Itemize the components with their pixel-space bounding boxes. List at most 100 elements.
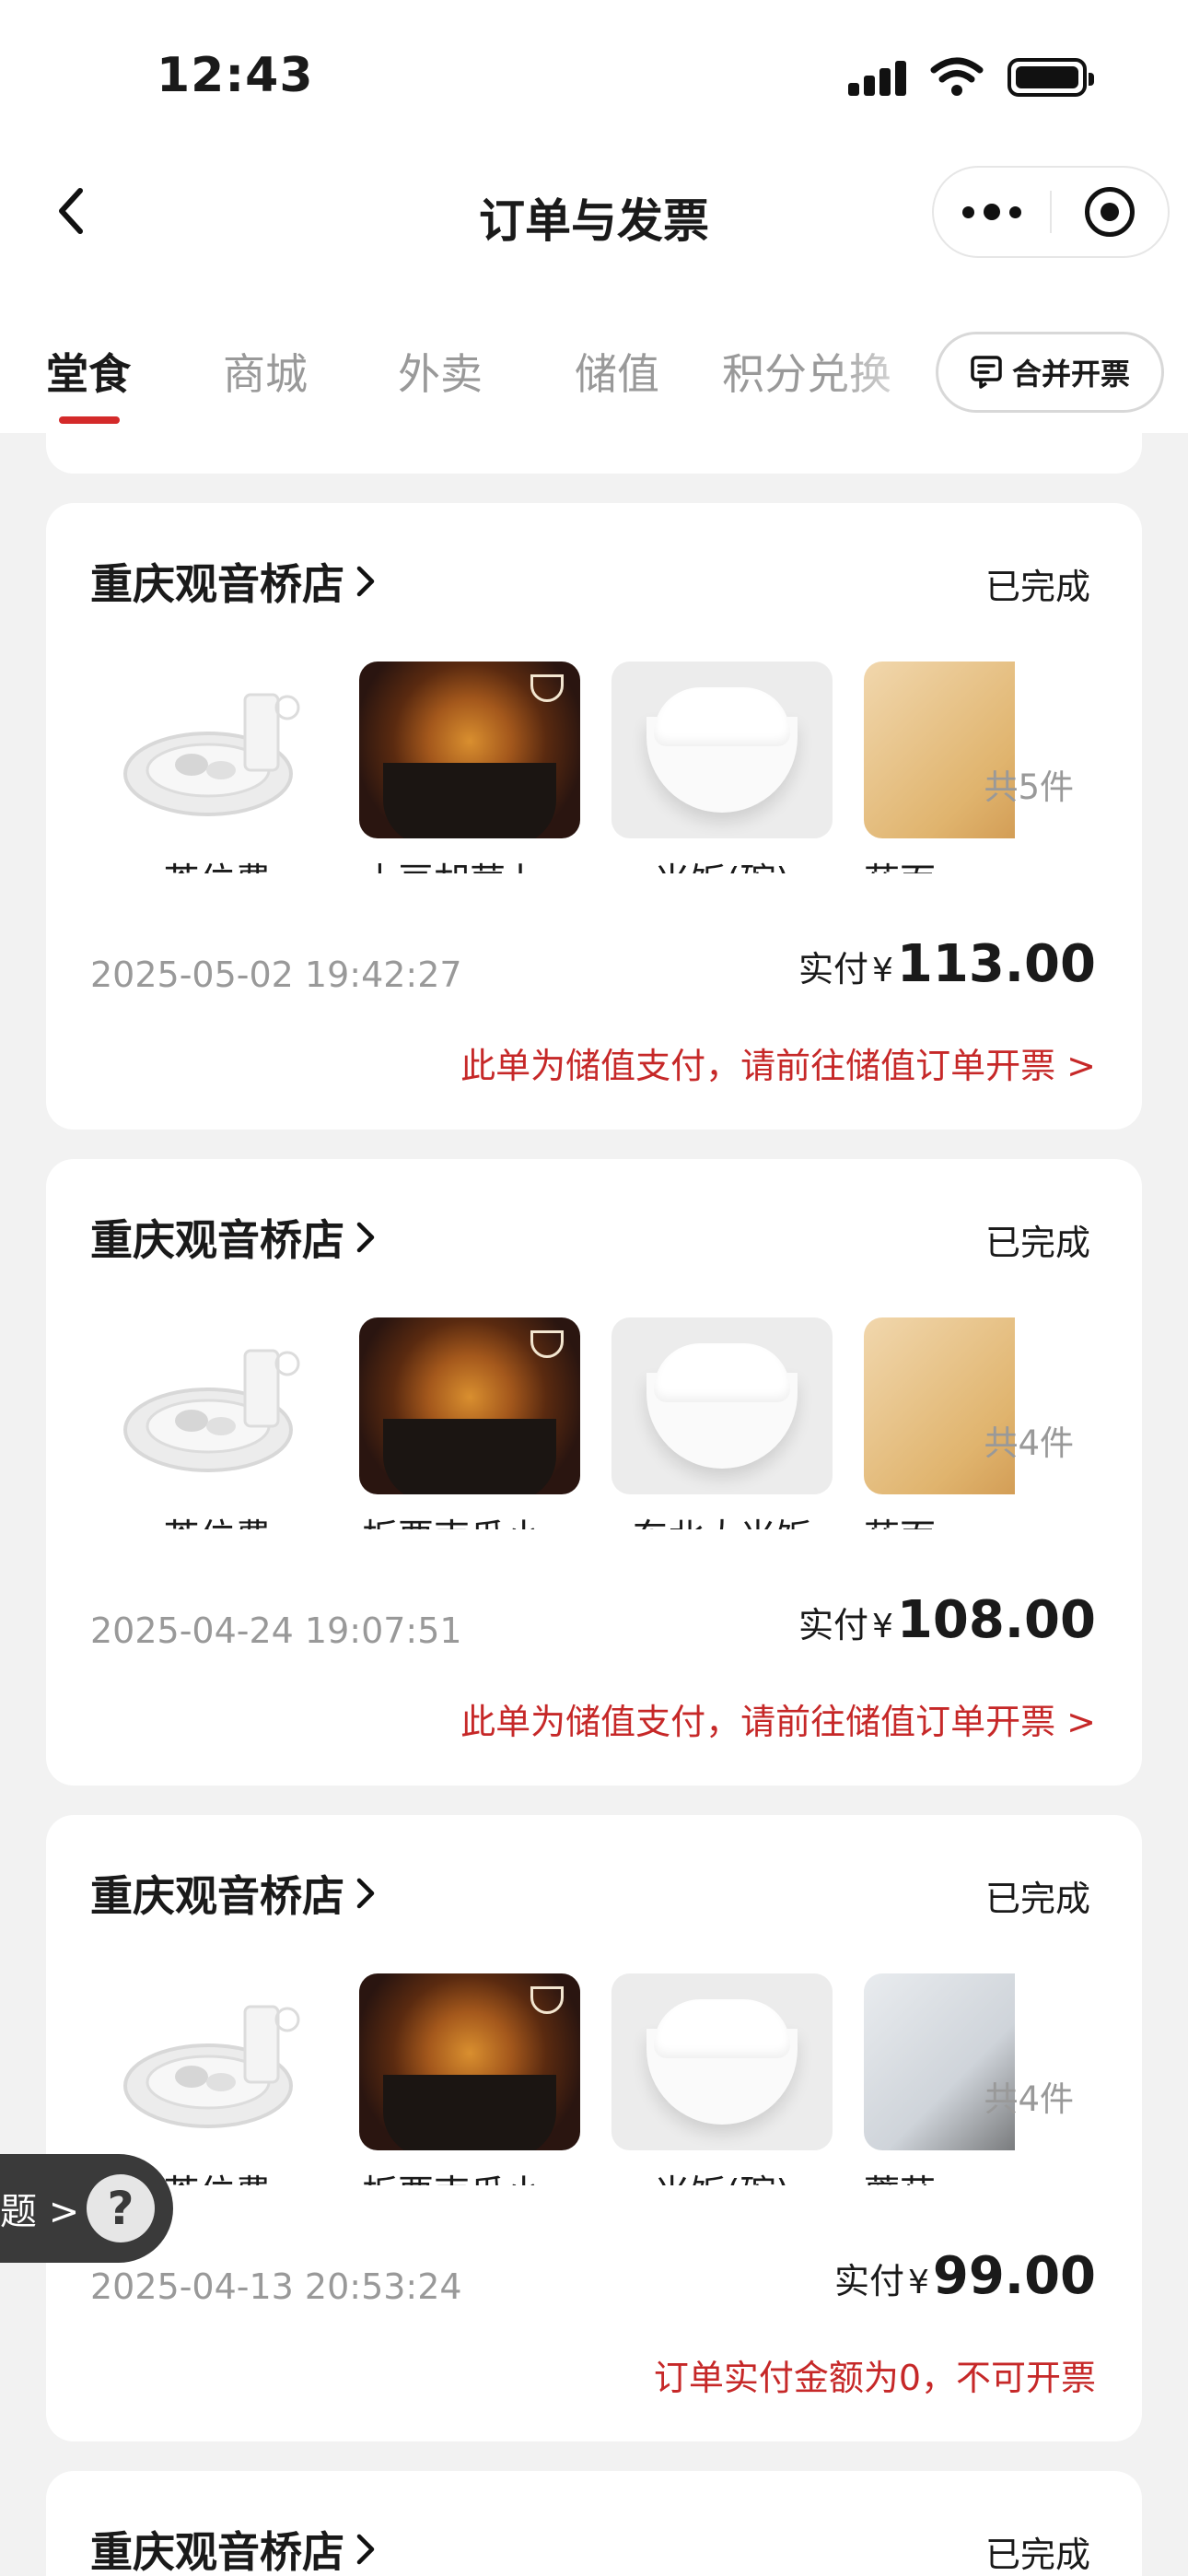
miniapp-capsule — [932, 166, 1170, 258]
order-card[interactable]: 重庆观音桥店 已完成 — [46, 2471, 1142, 2576]
currency-symbol: ¥ — [871, 1608, 893, 1645]
order-status: 已完成 — [984, 2535, 1090, 2575]
status-icons — [848, 57, 1094, 98]
store-name: 重庆观音桥店 — [90, 1871, 344, 1921]
paid-label: 实付 — [798, 949, 868, 989]
battery-icon — [1007, 58, 1094, 97]
bowl-icon — [530, 1986, 564, 2014]
order-item: 茶位费 — [107, 662, 328, 873]
merge-invoice-label: 合并开票 — [1011, 357, 1130, 392]
store-link[interactable]: 重庆观音桥店 — [90, 551, 378, 612]
mushroom-dish-image — [864, 1973, 1015, 2150]
store-link[interactable]: 重庆观音桥店 — [90, 2519, 378, 2576]
help-icon: ? — [87, 2174, 155, 2242]
status-bar: 12:43 — [0, 0, 1188, 157]
item-name: 蘑菇 — [864, 2165, 1015, 2185]
item-name: 板栗南瓜小… — [359, 2165, 580, 2185]
item-count: 共5件 — [984, 767, 1074, 807]
tea-fee-image — [107, 662, 328, 838]
tab-active-indicator — [59, 416, 120, 424]
item-strip[interactable]: 茶位费 板栗南瓜小… 米饭(碗) 蘑菇 — [107, 1973, 1015, 2185]
item-name: 东北大米饭 — [611, 1509, 833, 1529]
cellular-signal-icon — [848, 59, 906, 96]
item-name: 板栗南瓜小… — [359, 1509, 580, 1529]
bowl-icon — [530, 1330, 564, 1358]
tab-dine-in[interactable]: 堂食 — [46, 341, 131, 402]
order-card[interactable]: 重庆观音桥店 已完成 茶位费 板栗南瓜小… 东北大米饭 — [46, 1159, 1142, 1786]
store-name: 重庆观音桥店 — [90, 2527, 344, 2576]
steamer-dish-image — [864, 1317, 1015, 1494]
store-link[interactable]: 重庆观音桥店 — [90, 1863, 378, 1924]
close-miniapp-button[interactable] — [1052, 168, 1168, 256]
order-item: 莜面 — [864, 1317, 1015, 1529]
chevron-right-icon — [356, 566, 375, 597]
more-dots-icon — [962, 204, 1021, 220]
paid-label: 实付 — [833, 2261, 904, 2301]
help-text: 题 > — [0, 2191, 80, 2233]
order-datetime: 2025-04-13 20:53:24 — [90, 2266, 462, 2307]
tab-stored-value[interactable]: 储值 — [575, 341, 659, 402]
item-name: 土豆胡萝卜… — [359, 853, 580, 873]
order-datetime: 2025-05-02 19:42:27 — [90, 954, 462, 995]
item-count: 共4件 — [984, 2079, 1074, 2119]
store-name: 重庆观音桥店 — [90, 559, 344, 609]
order-item: 东北大米饭 — [611, 1317, 833, 1529]
invoice-note: 订单实付金额为0，不可开票 — [653, 2358, 1096, 2398]
order-item: 茶位费 — [107, 1317, 328, 1529]
currency-symbol: ¥ — [871, 952, 893, 989]
order-item: 米饭(碗) — [611, 662, 833, 873]
tab-delivery[interactable]: 外卖 — [398, 341, 483, 402]
bowl-icon — [530, 674, 564, 702]
tea-set-illustration — [123, 2005, 300, 2128]
order-item: 板栗南瓜小… — [359, 1317, 580, 1529]
amount-value: 108.00 — [896, 1590, 1096, 1650]
order-item: 板栗南瓜小… — [359, 1973, 580, 2185]
paid-amount: 实付 ¥ 113.00 — [798, 934, 1096, 994]
currency-symbol: ¥ — [907, 2264, 929, 2301]
status-time: 12:43 — [157, 48, 314, 103]
order-item: 莜面 — [864, 662, 1015, 873]
more-button[interactable] — [934, 168, 1050, 256]
order-status: 已完成 — [984, 567, 1090, 607]
order-status: 已完成 — [984, 1223, 1090, 1263]
item-name: 茶位费 — [107, 1509, 328, 1529]
tab-bar: 堂食 商城 外卖 储值 积分兑换 合并开票 — [0, 322, 1188, 424]
chevron-right-icon — [356, 1222, 375, 1253]
rice-bowl-image — [611, 662, 833, 838]
order-item: 茶位费 — [107, 1973, 328, 2185]
merge-invoice-button[interactable]: 合并开票 — [936, 332, 1164, 413]
nav-bar: 订单与发票 — [0, 157, 1188, 267]
item-name: 莜面 — [864, 1509, 1015, 1529]
tab-mall[interactable]: 商城 — [223, 341, 308, 402]
order-datetime: 2025-04-24 19:07:51 — [90, 1610, 462, 1651]
store-name: 重庆观音桥店 — [90, 1215, 344, 1265]
order-status: 已完成 — [984, 1879, 1090, 1919]
stew-dish-image — [359, 1973, 580, 2150]
invoice-icon — [971, 356, 1002, 389]
amount-value: 113.00 — [896, 934, 1096, 994]
order-item: 米饭(碗) — [611, 1973, 833, 2185]
stew-dish-image — [359, 662, 580, 838]
invoice-note-link[interactable]: 此单为储值支付，请前往储值订单开票 > — [460, 1693, 1096, 1744]
order-card[interactable]: 重庆观音桥店 已完成 茶位费 板栗南瓜小… 米饭(碗) — [46, 1815, 1142, 2441]
paid-amount: 实付 ¥ 108.00 — [798, 1590, 1096, 1650]
store-link[interactable]: 重庆观音桥店 — [90, 1207, 378, 1268]
item-name: 茶位费 — [107, 853, 328, 873]
tea-fee-image — [107, 1973, 328, 2150]
help-floating-button[interactable]: 题 > ? — [0, 2154, 173, 2263]
item-name: 米饭(碗) — [611, 2165, 833, 2185]
order-item: 土豆胡萝卜… — [359, 662, 580, 873]
chevron-right-icon — [356, 2534, 375, 2565]
item-strip[interactable]: 茶位费 土豆胡萝卜… 米饭(碗) 莜面 — [107, 662, 1015, 873]
invoice-note-link[interactable]: 此单为储值支付，请前往储值订单开票 > — [460, 1037, 1096, 1088]
item-name: 莜面 — [864, 853, 1015, 873]
tea-fee-image — [107, 1317, 328, 1494]
item-name: 米饭(碗) — [611, 853, 833, 873]
previous-order-card-bottom — [46, 433, 1142, 474]
stew-dish-image — [359, 1317, 580, 1494]
target-circle-icon — [1085, 187, 1135, 237]
order-card[interactable]: 重庆观音桥店 已完成 茶位费 土豆胡萝卜… 米饭(碗) — [46, 503, 1142, 1130]
paid-amount: 实付 ¥ 99.00 — [834, 2246, 1096, 2306]
item-strip[interactable]: 茶位费 板栗南瓜小… 东北大米饭 莜面 — [107, 1317, 1015, 1529]
header-area: 12:43 订单与发票 堂食 商城 外卖 储值 积分兑换 合并开票 — [0, 0, 1188, 433]
